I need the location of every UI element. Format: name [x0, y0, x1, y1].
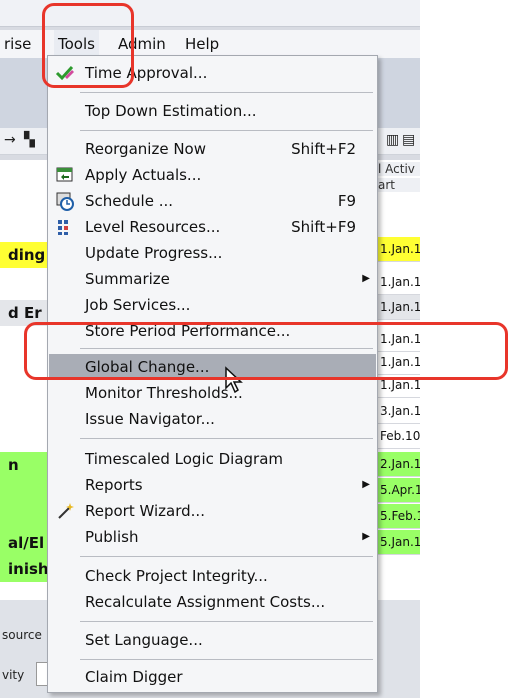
menu-item-recalculate-assignment-costs[interactable]: Recalculate Assignment Costs...: [49, 589, 376, 615]
tab-resources[interactable]: source: [2, 628, 42, 642]
date-cell[interactable]: 1.Jan.1: [378, 270, 420, 295]
date-cell[interactable]: 1.Jan.1: [378, 237, 420, 262]
menu-item-claim-digger[interactable]: Claim Digger: [49, 664, 376, 690]
menu-separator: [80, 92, 373, 93]
submenu-arrow-icon: ▶: [362, 273, 370, 284]
menu-separator: [80, 130, 373, 131]
table-row[interactable]: [0, 478, 48, 504]
menu-separator: [80, 438, 373, 439]
menu-item-check-project-integrity[interactable]: Check Project Integrity...: [49, 563, 376, 589]
date-cell[interactable]: 5.Apr.1: [378, 478, 420, 503]
menu-item-reorganize-now[interactable]: Reorganize Now Shift+F2: [49, 136, 376, 162]
hierarchy-icon[interactable]: ▚: [24, 132, 35, 148]
table-row[interactable]: [0, 504, 48, 530]
menu-item-report-wizard[interactable]: Report Wizard...: [49, 498, 376, 524]
annotation-highlight-global-change: [24, 322, 508, 380]
menu-item-publish[interactable]: Publish ▶: [49, 524, 376, 550]
menu-item-summarize[interactable]: Summarize ▶: [49, 266, 376, 292]
menu-enterprise[interactable]: rise: [0, 30, 35, 58]
menu-item-update-progress[interactable]: Update Progress...: [49, 240, 376, 266]
apply-actuals-icon: [56, 167, 73, 182]
table-row[interactable]: n: [0, 452, 48, 478]
menu-item-top-down-estimation[interactable]: Top Down Estimation...: [49, 98, 376, 124]
menu-item-schedule[interactable]: Schedule ... F9: [49, 188, 376, 214]
date-cell[interactable]: 5.Feb.1: [378, 504, 420, 529]
menu-item-job-services[interactable]: Job Services...: [49, 292, 376, 318]
date-cell[interactable]: Feb.10: [378, 424, 420, 449]
menu-item-timescaled-logic-diagram[interactable]: Timescaled Logic Diagram: [49, 446, 376, 472]
columns-icon[interactable]: ▥: [386, 132, 399, 148]
table-row[interactable]: al/El: [0, 530, 48, 556]
schedule-clock-icon: [56, 192, 74, 211]
submenu-arrow-icon: ▶: [362, 531, 370, 542]
level-resources-icon: [58, 220, 68, 235]
start-date-column: 1.Jan.1 1.Jan.1 1.Jan.1 1.Jan.1 1.Jan.1 …: [378, 160, 420, 600]
date-cell[interactable]: 3.Jan.1: [378, 399, 420, 424]
menu-item-monitor-thresholds[interactable]: Monitor Thresholds...: [49, 380, 376, 406]
menu-separator: [80, 556, 373, 557]
arrow-right-icon[interactable]: →: [4, 132, 16, 148]
submenu-arrow-icon: ▶: [362, 479, 370, 490]
menu-item-set-language[interactable]: Set Language...: [49, 627, 376, 653]
menu-separator: [80, 621, 373, 622]
table-row[interactable]: inish: [0, 556, 48, 582]
date-cell[interactable]: 2.Jan.1: [378, 452, 420, 477]
date-cell[interactable]: 1.Jan.1: [378, 295, 420, 320]
menu-help[interactable]: Help: [181, 30, 223, 58]
menu-item-reports[interactable]: Reports ▶: [49, 472, 376, 498]
menu-separator: [80, 659, 373, 660]
date-cell[interactable]: 5.Jan.1: [378, 530, 420, 555]
activity-label: vity: [2, 668, 25, 682]
table-row[interactable]: ding: [0, 242, 48, 268]
menu-item-issue-navigator[interactable]: Issue Navigator...: [49, 406, 376, 432]
annotation-highlight-tools-menu: [42, 3, 134, 88]
menu-item-apply-actuals[interactable]: Apply Actuals...: [49, 162, 376, 188]
table-icon[interactable]: ▤: [402, 132, 415, 148]
menu-item-level-resources[interactable]: Level Resources... Shift+F9: [49, 214, 376, 240]
magic-wand-icon: [58, 503, 74, 519]
